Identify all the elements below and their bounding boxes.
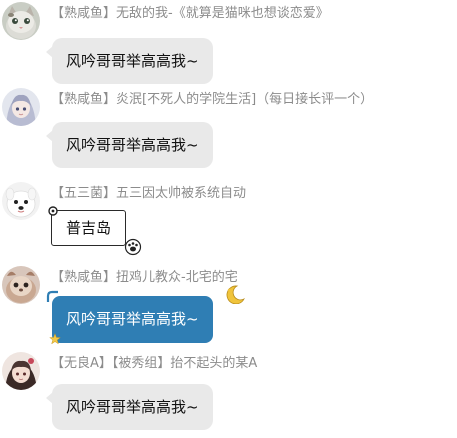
star-icon [49,333,61,345]
anime-boy-avatar-icon[interactable] [2,352,40,390]
chat-message: 【五三菌】五三因太帅被系统自动 普吉岛 [0,182,457,268]
chat-message: 【熟咸鱼】炎泯[不死人的学院生活]（每日接长评一个） 风吟哥哥举高高我~ [0,88,457,174]
chat-message-list: 【熟咸鱼】无敌的我-《就算是猫咪也想谈恋爱》 风吟哥哥举高高我~ 【熟咸鱼】炎泯… [0,0,457,433]
sender-name[interactable]: 【熟咸鱼】炎泯[不死人的学院生活]（每日接长评一个） [51,91,373,109]
chat-message: 【无良A】【被秀组】抬不起头的某A 风吟哥哥举高高我~ [0,352,457,438]
chat-message: 【熟咸鱼】扭鸡儿教众-北宅的宅 风吟哥哥举高高我~ [0,266,457,352]
bubble-corner-icon [46,290,58,302]
sender-name[interactable]: 【熟咸鱼】扭鸡儿教众-北宅的宅 [51,269,238,287]
frame-corner-icon [48,206,58,216]
message-bubble[interactable]: 风吟哥哥举高高我~ [52,296,213,343]
message-bubble[interactable]: 普吉岛 [51,210,127,246]
sender-name[interactable]: 【熟咸鱼】无敌的我-《就算是猫咪也想谈恋爱》 [51,5,329,23]
white-dog-avatar-icon[interactable] [2,182,40,220]
message-bubble[interactable]: 风吟哥哥举高高我~ [46,38,213,84]
anime-girl-avatar-icon[interactable] [2,88,40,126]
message-bubble[interactable]: 风吟哥哥举高高我~ [46,122,213,168]
paw-print-icon [124,238,142,256]
message-bubble[interactable]: 风吟哥哥举高高我~ [46,384,213,430]
cat-avatar-icon[interactable] [2,2,40,40]
chat-message: 【熟咸鱼】无敌的我-《就算是猫咪也想谈恋爱》 风吟哥哥举高高我~ [0,2,457,88]
pet-avatar-icon[interactable] [2,266,40,304]
sender-name[interactable]: 【五三菌】五三因太帅被系统自动 [51,185,246,203]
sender-name[interactable]: 【无良A】【被秀组】抬不起头的某A [51,355,257,373]
crescent-moon-icon [226,285,245,304]
